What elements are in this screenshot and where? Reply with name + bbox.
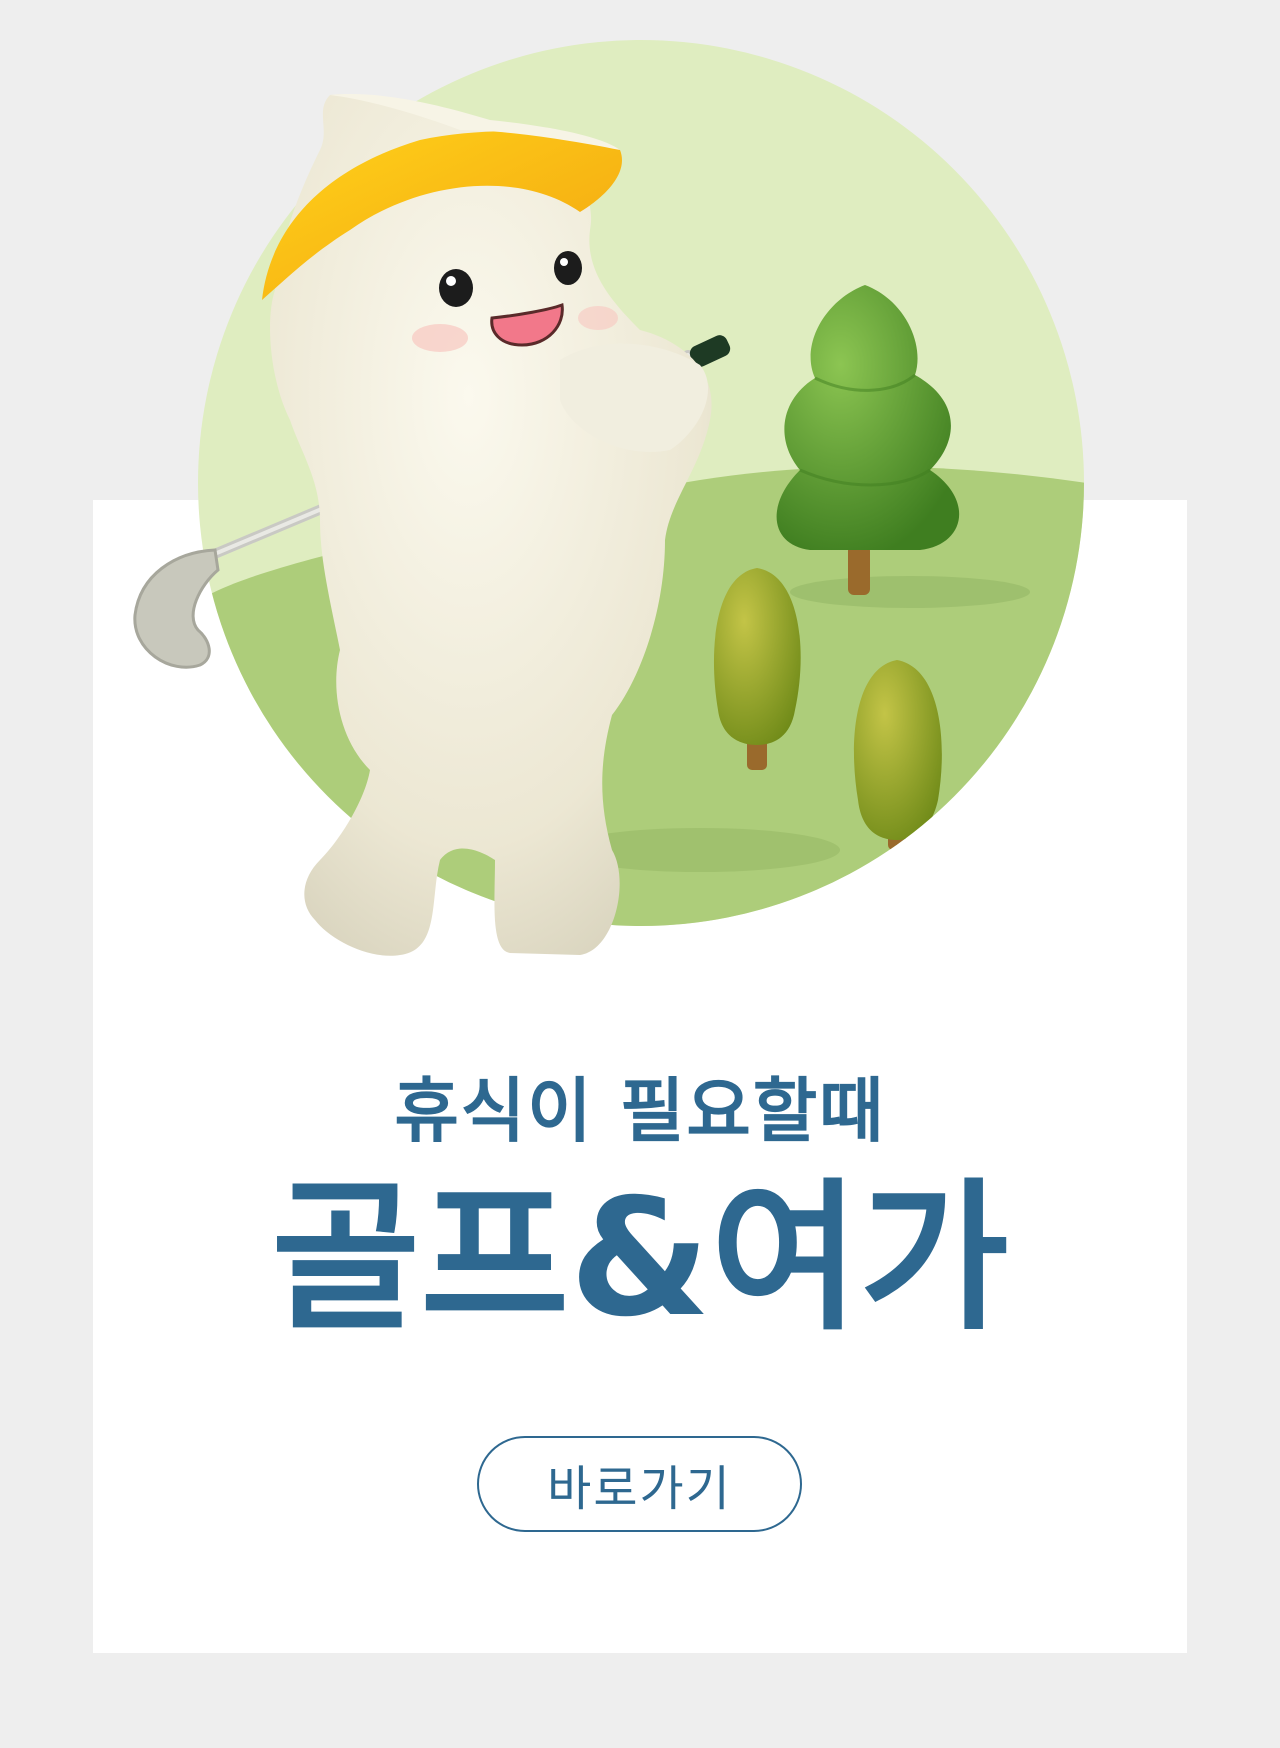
promo-title: 골프&여가	[271, 1165, 1009, 1353]
go-button[interactable]: 바로가기	[477, 1436, 802, 1532]
mascot-golfer-icon	[133, 40, 1084, 956]
tree-icon	[853, 660, 942, 850]
promo-subtitle: 휴식이 필요할때	[394, 1070, 886, 1152]
